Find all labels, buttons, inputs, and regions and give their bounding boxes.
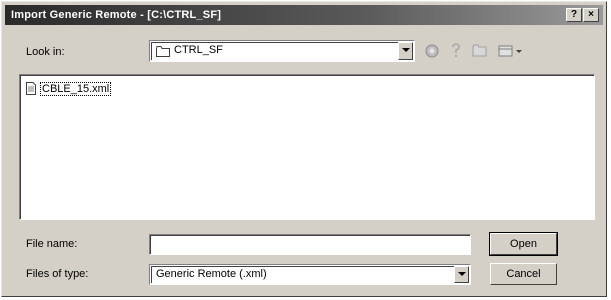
import-dialog: Import Generic Remote - [C:\CTRL_SF] ? ×… [1, 1, 607, 297]
file-list[interactable]: CBLE_15.xml [19, 74, 595, 220]
title-bar[interactable]: Import Generic Remote - [C:\CTRL_SF] ? × [5, 5, 603, 25]
open-button[interactable]: Open [489, 232, 558, 256]
files-of-type-combo[interactable]: Generic Remote (.xml) [149, 264, 471, 285]
files-of-type-value: Generic Remote (.xml) [156, 268, 267, 280]
view-menu-icon[interactable] [496, 41, 524, 61]
look-in-dropdown-arrow[interactable] [398, 42, 413, 60]
up-folder-icon[interactable] [446, 41, 466, 61]
window-title: Import Generic Remote - [C:\CTRL_SF] [11, 9, 222, 21]
look-in-combo[interactable]: CTRL_SF [149, 40, 415, 62]
files-of-type-label: Files of type: [26, 268, 89, 280]
files-of-type-dropdown-arrow[interactable] [454, 266, 469, 283]
close-button[interactable]: × [583, 8, 599, 22]
file-name-label: CBLE_15.xml [40, 82, 112, 96]
help-button[interactable]: ? [566, 8, 582, 22]
new-folder-icon[interactable] [470, 41, 490, 61]
look-in-label: Look in: [26, 46, 65, 58]
look-in-value: CTRL_SF [174, 44, 223, 56]
xml-file-icon [26, 82, 36, 95]
back-icon[interactable] [422, 41, 442, 61]
file-name-label: File name: [26, 238, 78, 250]
file-name-input[interactable] [149, 234, 471, 255]
cancel-button[interactable]: Cancel [490, 263, 557, 285]
folder-icon [156, 46, 170, 60]
